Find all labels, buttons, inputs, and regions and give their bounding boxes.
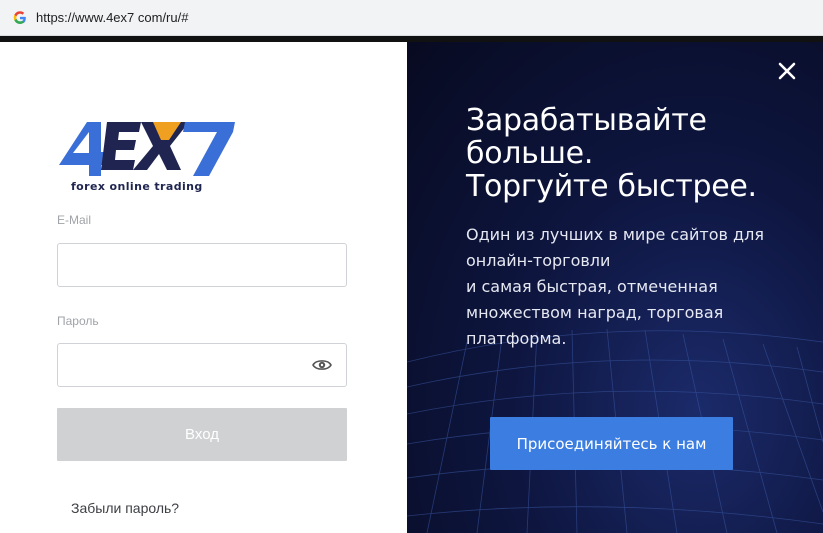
address-url[interactable]: https://www.4ex7 com/ru/#	[36, 10, 188, 25]
login-button[interactable]: Вход	[57, 408, 347, 461]
description-line: платформа.	[466, 329, 567, 348]
promo-description: Один из лучших в мире сайтов для онлайн-…	[466, 222, 766, 352]
promo-headline: Зарабатывайте больше. Торгуйте быстрее.	[466, 104, 796, 203]
description-line: онлайн-торговли	[466, 251, 611, 270]
eye-icon[interactable]	[312, 357, 332, 373]
email-label: E-Mail	[57, 213, 92, 227]
description-line: множеством наград, торговая	[466, 303, 724, 322]
browser-address-bar[interactable]: https://www.4ex7 com/ru/#	[0, 0, 823, 36]
promo-panel: Зарабатывайте больше. Торгуйте быстрее. …	[407, 42, 823, 533]
email-field[interactable]	[57, 243, 347, 287]
password-field[interactable]	[57, 343, 347, 387]
headline-line: Зарабатывайте	[466, 103, 707, 138]
description-line: и самая быстрая, отмеченная	[466, 277, 718, 296]
password-label: Пароль	[57, 314, 99, 328]
join-button[interactable]: Присоединяйтесь к нам	[490, 417, 733, 470]
close-icon[interactable]	[778, 62, 796, 80]
headline-line: Торгуйте быстрее.	[466, 169, 757, 204]
login-panel: forex online trading E-Mail Пароль Вход …	[0, 42, 407, 533]
forgot-password-link[interactable]: Забыли пароль?	[71, 500, 179, 516]
logo-graphic	[59, 122, 235, 176]
brand-logo: forex online trading	[57, 110, 237, 194]
description-line: Один из лучших в мире сайтов для	[466, 225, 764, 244]
logo-tagline: forex online trading	[71, 180, 203, 193]
headline-line: больше.	[466, 136, 594, 171]
google-g-icon	[12, 10, 28, 26]
